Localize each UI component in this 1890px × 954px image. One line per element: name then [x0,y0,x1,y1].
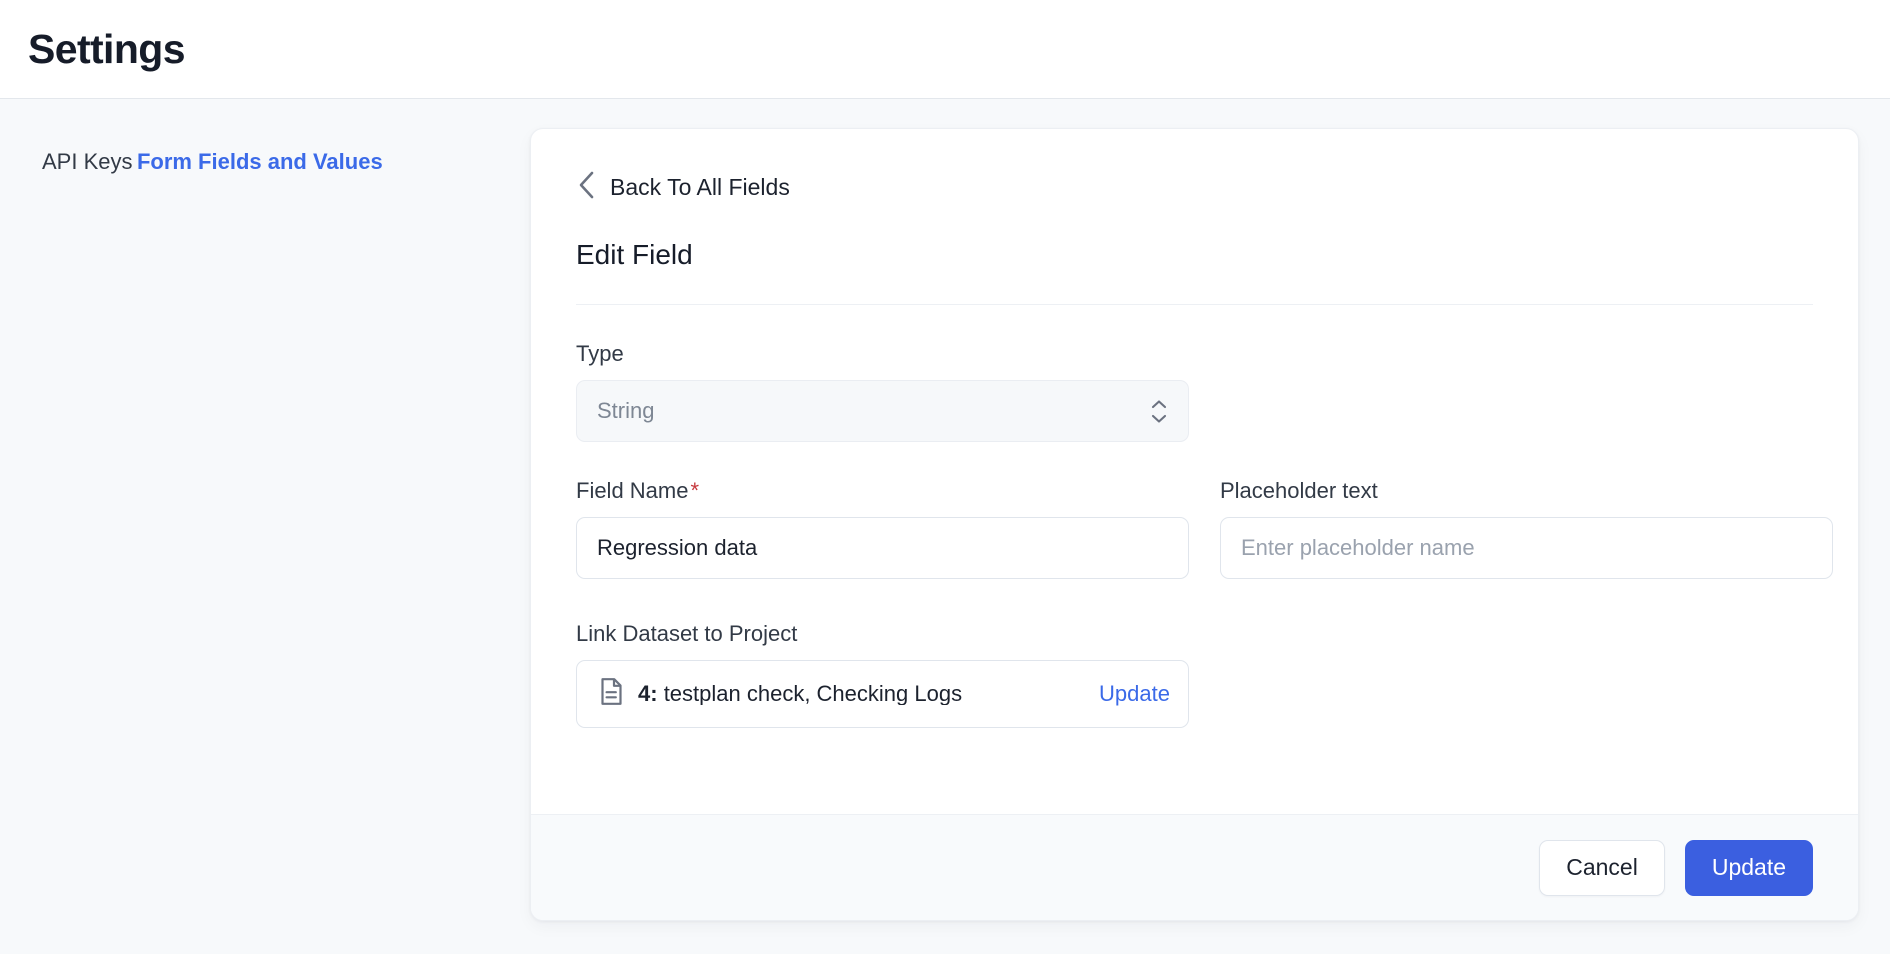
link-dataset-column: 4: testplan check, Checking Logs Update [576,660,1189,728]
type-column: String [576,380,1189,442]
cancel-button[interactable]: Cancel [1539,840,1665,896]
card-footer: Cancel Update [531,814,1858,920]
link-dataset-row: 4: testplan check, Checking Logs Update [576,660,1813,728]
sidebar-item-form-fields-and-values[interactable]: Form Fields and Values [137,151,383,173]
card-divider [576,304,1813,305]
link-dataset-label: Link Dataset to Project [576,623,1813,645]
update-button[interactable]: Update [1685,840,1813,896]
name-and-placeholder-group: Field Name* Regression data Placeholder … [576,480,1813,579]
edit-field-heading: Edit Field [576,241,1813,269]
field-name-value: Regression data [597,535,757,561]
linked-dataset-text: 4: testplan check, Checking Logs [638,683,1077,705]
required-asterisk: * [690,478,699,503]
linked-dataset-item[interactable]: 4: testplan check, Checking Logs Update [576,660,1189,728]
type-label: Type [576,343,1813,365]
settings-sidebar: API Keys Form Fields and Values [0,99,530,220]
placeholder-text-column: Placeholder text Enter placeholder name [1220,480,1833,579]
type-select[interactable]: String [576,380,1189,442]
sidebar-item-api-keys[interactable]: API Keys [42,151,132,173]
back-to-all-fields-label: Back To All Fields [610,176,790,199]
linked-dataset-id: 4: [638,683,658,705]
document-icon [599,677,624,711]
placeholder-text-hint: Enter placeholder name [1241,535,1475,561]
chevron-left-icon [576,169,596,206]
back-to-all-fields-link[interactable]: Back To All Fields [576,169,790,206]
type-select-value: String [597,398,654,424]
page-header: Settings [0,0,1890,99]
linked-dataset-update-link[interactable]: Update [1091,683,1170,705]
field-name-column: Field Name* Regression data [576,480,1189,579]
page-title: Settings [28,29,185,70]
field-name-label-text: Field Name [576,478,688,503]
type-field-group: Type String [576,343,1813,442]
type-row: String [576,380,1813,442]
page-body: API Keys Form Fields and Values Back To … [0,99,1890,954]
field-name-input[interactable]: Regression data [576,517,1189,579]
linked-dataset-name: testplan check, Checking Logs [664,683,962,705]
name-placeholder-row: Field Name* Regression data Placeholder … [576,480,1813,579]
field-name-label: Field Name* [576,480,1189,502]
edit-field-card-wrapper: Back To All Fields Edit Field Type Strin… [530,99,1890,921]
edit-field-card-body: Back To All Fields Edit Field Type Strin… [531,129,1858,772]
edit-field-card: Back To All Fields Edit Field Type Strin… [530,128,1859,921]
link-dataset-group: Link Dataset to Project [576,623,1813,728]
placeholder-text-input[interactable]: Enter placeholder name [1220,517,1833,579]
chevron-up-down-icon [1150,399,1168,424]
placeholder-text-label: Placeholder text [1220,480,1833,502]
